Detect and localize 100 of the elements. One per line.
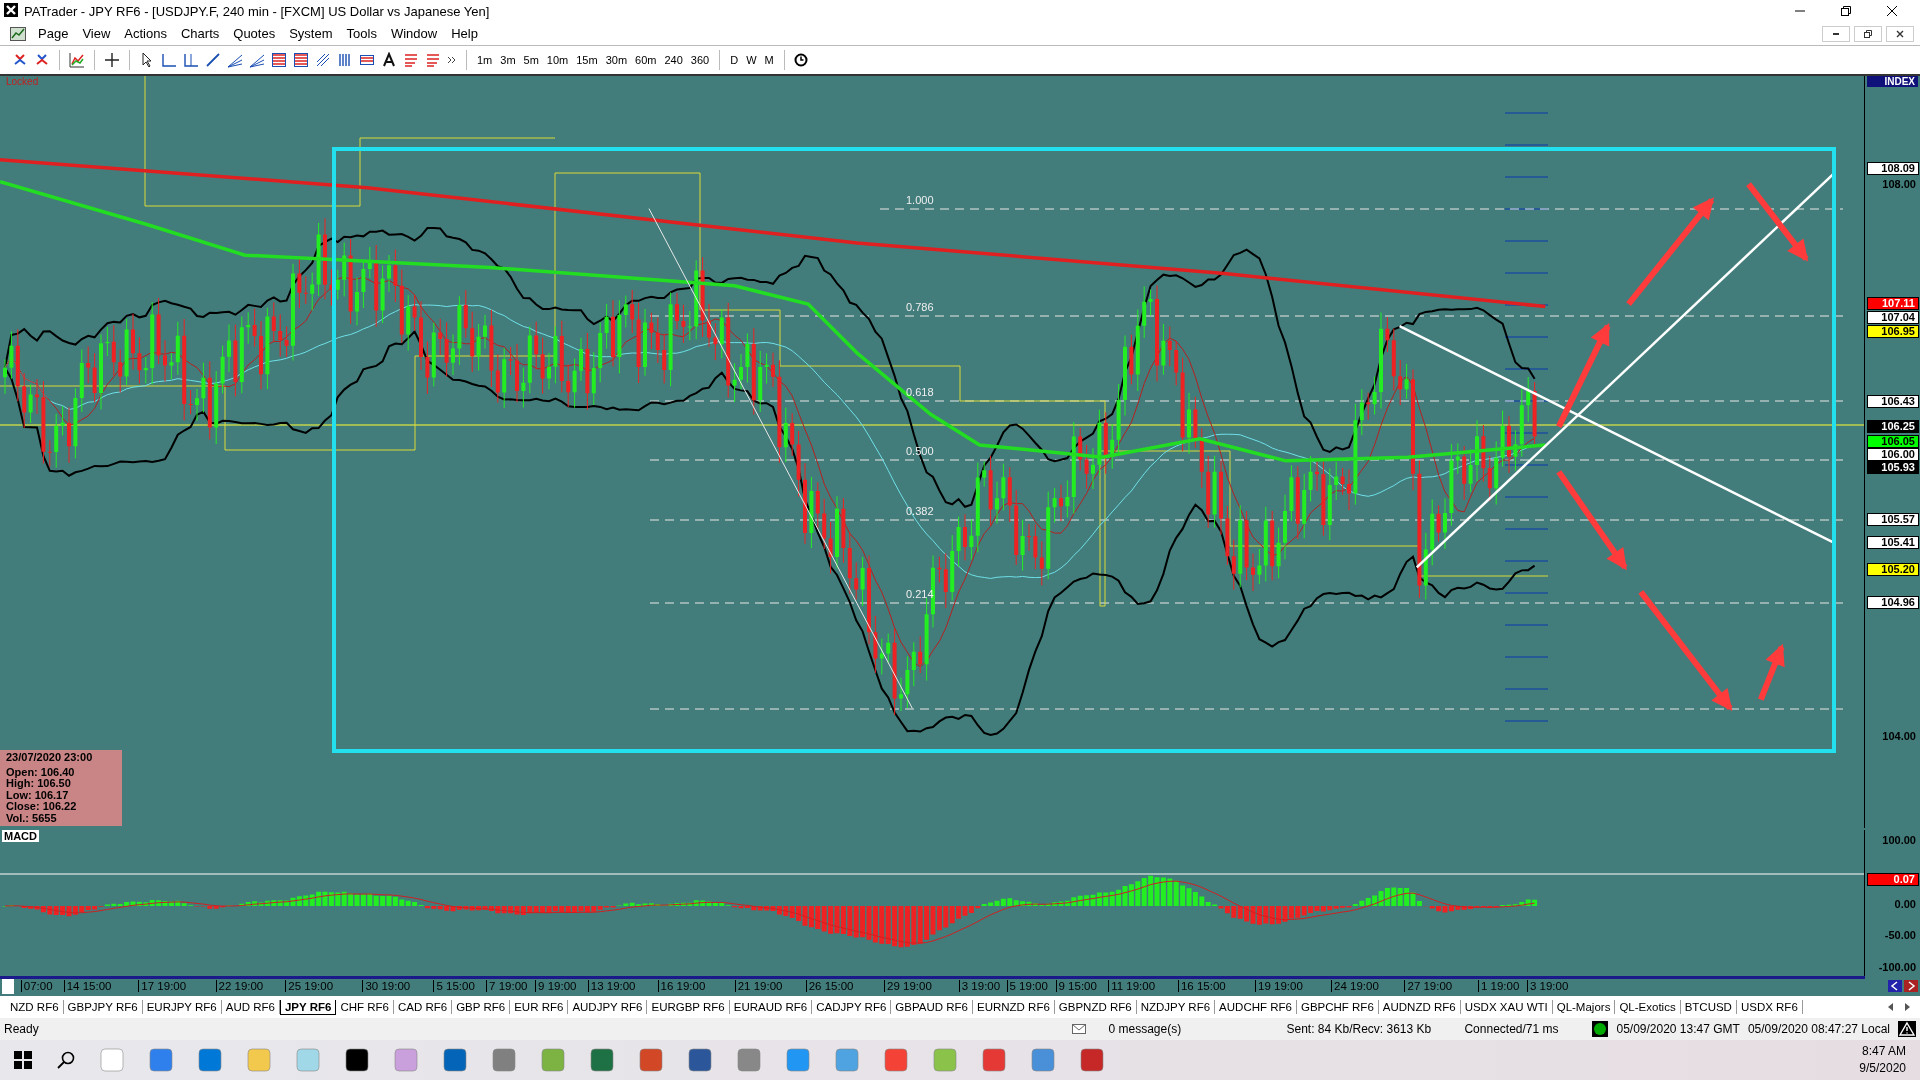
time-label: 1 19:00 — [1477, 980, 1520, 992]
period-button[interactable]: D — [729, 54, 740, 66]
crosshair-icon[interactable] — [104, 52, 120, 68]
symbol-tab[interactable]: GBPNZD RF6 — [1054, 1000, 1137, 1014]
period-button[interactable]: 60m — [634, 54, 658, 66]
symbol-tab[interactable]: GBP RF6 — [452, 1000, 511, 1014]
symbol-tab[interactable]: AUDNZD RF6 — [1378, 1000, 1461, 1014]
period-button[interactable]: 15m — [575, 54, 599, 66]
symbol-tab[interactable]: AUDCHF RF6 — [1215, 1000, 1297, 1014]
symbol-tab[interactable]: GBPJPY RF6 — [63, 1000, 143, 1014]
time-label: 7 19:00 — [486, 980, 528, 992]
restore-button[interactable] — [1854, 25, 1882, 42]
price-label: 106.95 — [1867, 325, 1919, 338]
scroll-right-icon[interactable] — [1904, 980, 1918, 992]
period-button[interactable]: 360 — [689, 54, 711, 66]
price-label: 108.09 — [1867, 162, 1919, 175]
minimize-icon — [1832, 32, 1840, 35]
price-label: 107.11 — [1867, 297, 1919, 310]
search-icon[interactable] — [57, 1051, 75, 1069]
time-label: 9 15:00 — [1055, 980, 1097, 992]
indicator-value-label: 0.00 — [1893, 899, 1917, 910]
bar-date: 23/07/2020 23:00 — [6, 752, 94, 764]
symbol-tab[interactable]: EURNZD RF6 — [972, 1000, 1055, 1014]
symbol-tab[interactable]: NZD RF6 — [6, 1000, 64, 1014]
time-label: 16 15:00 — [1177, 980, 1226, 992]
warning-icon — [1898, 1021, 1916, 1037]
index-label: INDEX — [1867, 76, 1918, 87]
fibonacci-level-label: 1.000 — [906, 194, 934, 206]
period-button[interactable]: 240 — [663, 54, 684, 66]
time-label: 26 15:00 — [805, 980, 854, 992]
symbol-tab[interactable]: AUD RF6 — [221, 1000, 280, 1014]
bars-icon[interactable] — [271, 52, 287, 68]
connection-status-icon — [1592, 1021, 1609, 1037]
ohlc-value: Open: 106.40 — [6, 766, 76, 778]
symbol-tab[interactable]: EURGBP RF6 — [647, 1000, 730, 1014]
menu-item[interactable]: Quotes — [229, 26, 286, 41]
fib-icon[interactable] — [249, 52, 265, 68]
menu-item[interactable]: System — [285, 26, 343, 41]
columns-icon[interactable] — [337, 52, 353, 68]
symbol-tab[interactable]: CAD RF6 — [393, 1000, 453, 1014]
time-label: 11 19:00 — [1108, 980, 1156, 992]
symbol-tab[interactable]: JPY RF6 — [279, 999, 337, 1015]
symbol-tab[interactable]: USDX RF6 — [1736, 1000, 1803, 1014]
trendline-icon[interactable] — [205, 52, 221, 68]
symbol-tab[interactable]: GBPCHF RF6 — [1296, 1000, 1379, 1014]
symbol-tab[interactable]: QL-Majors — [1552, 1000, 1616, 1014]
period-button[interactable]: 30m — [604, 54, 629, 66]
close-icon — [1896, 29, 1904, 38]
menu-item[interactable]: Tools — [342, 26, 387, 41]
price-label: 105.20 — [1867, 563, 1919, 576]
period-button[interactable]: M — [763, 54, 775, 66]
symbol-tab[interactable]: GBPAUD RF6 — [891, 1000, 973, 1014]
list-icon[interactable] — [403, 52, 419, 68]
close-icon[interactable] — [1886, 5, 1898, 17]
menu-item[interactable]: Page — [34, 26, 79, 41]
period-button[interactable]: 5m — [522, 54, 540, 66]
symbol-tab[interactable]: EUR RF6 — [510, 1000, 569, 1014]
symbol-tab[interactable]: AUDJPY RF6 — [568, 1000, 648, 1014]
symbol-tab[interactable]: NZDJPY RF6 — [1136, 1000, 1216, 1014]
symbol-tab[interactable]: EURAUD RF6 — [729, 1000, 813, 1014]
buy-icon[interactable] — [34, 52, 50, 68]
restore-icon[interactable] — [1840, 5, 1852, 17]
time-label: 9 19:00 — [535, 980, 577, 992]
list-icon[interactable] — [425, 52, 441, 68]
arrow-drawing — [1758, 643, 1785, 701]
table-icon[interactable] — [359, 52, 375, 68]
symbol-tab[interactable]: CADJPY RF6 — [812, 1000, 892, 1014]
symbol-tab[interactable]: CHF RF6 — [336, 1000, 394, 1014]
fan-icon[interactable] — [227, 52, 243, 68]
close-button[interactable] — [1886, 25, 1914, 42]
period-button[interactable]: 1m — [476, 54, 494, 66]
more-icon[interactable] — [447, 55, 457, 65]
font-icon[interactable] — [381, 52, 397, 68]
minimize-button[interactable] — [1822, 25, 1850, 42]
period-button[interactable]: W — [745, 54, 758, 66]
symbol-tab[interactable]: USDX XAU WTI — [1460, 1000, 1553, 1014]
menu-item[interactable]: View — [78, 26, 121, 41]
clock-time: 8:47 AM — [1861, 1043, 1906, 1060]
scroll-right-icon[interactable] — [1904, 1002, 1912, 1012]
period-button[interactable]: 3m — [499, 54, 517, 66]
windows-start-icon[interactable] — [14, 1051, 32, 1069]
menu-item[interactable]: Window — [386, 26, 448, 41]
bars-icon[interactable] — [293, 52, 309, 68]
symbol-tab[interactable]: BTCUSD — [1680, 1000, 1737, 1014]
sell-icon[interactable] — [12, 52, 28, 68]
channel-icon[interactable] — [183, 52, 199, 68]
menu-item[interactable]: Actions — [120, 26, 177, 41]
chart-icon[interactable] — [69, 52, 85, 68]
connection-status: Connected/71 ms — [1464, 1022, 1560, 1036]
menu-item[interactable]: Charts — [176, 26, 230, 41]
indicator-value-label: -50.00 — [1883, 930, 1917, 941]
symbol-tab[interactable]: QL-Exotics — [1615, 1000, 1681, 1014]
menu-item[interactable]: Help — [447, 26, 488, 41]
symbol-tab[interactable]: EURJPY RF6 — [142, 1000, 222, 1014]
scroll-left-icon[interactable] — [1888, 980, 1902, 992]
clock-icon[interactable] — [793, 53, 808, 67]
period-button[interactable]: 10m — [545, 54, 570, 66]
status-text: Ready — [4, 1022, 40, 1036]
scroll-left-icon[interactable] — [1886, 1002, 1894, 1012]
app-icon[interactable] — [345, 1048, 369, 1072]
